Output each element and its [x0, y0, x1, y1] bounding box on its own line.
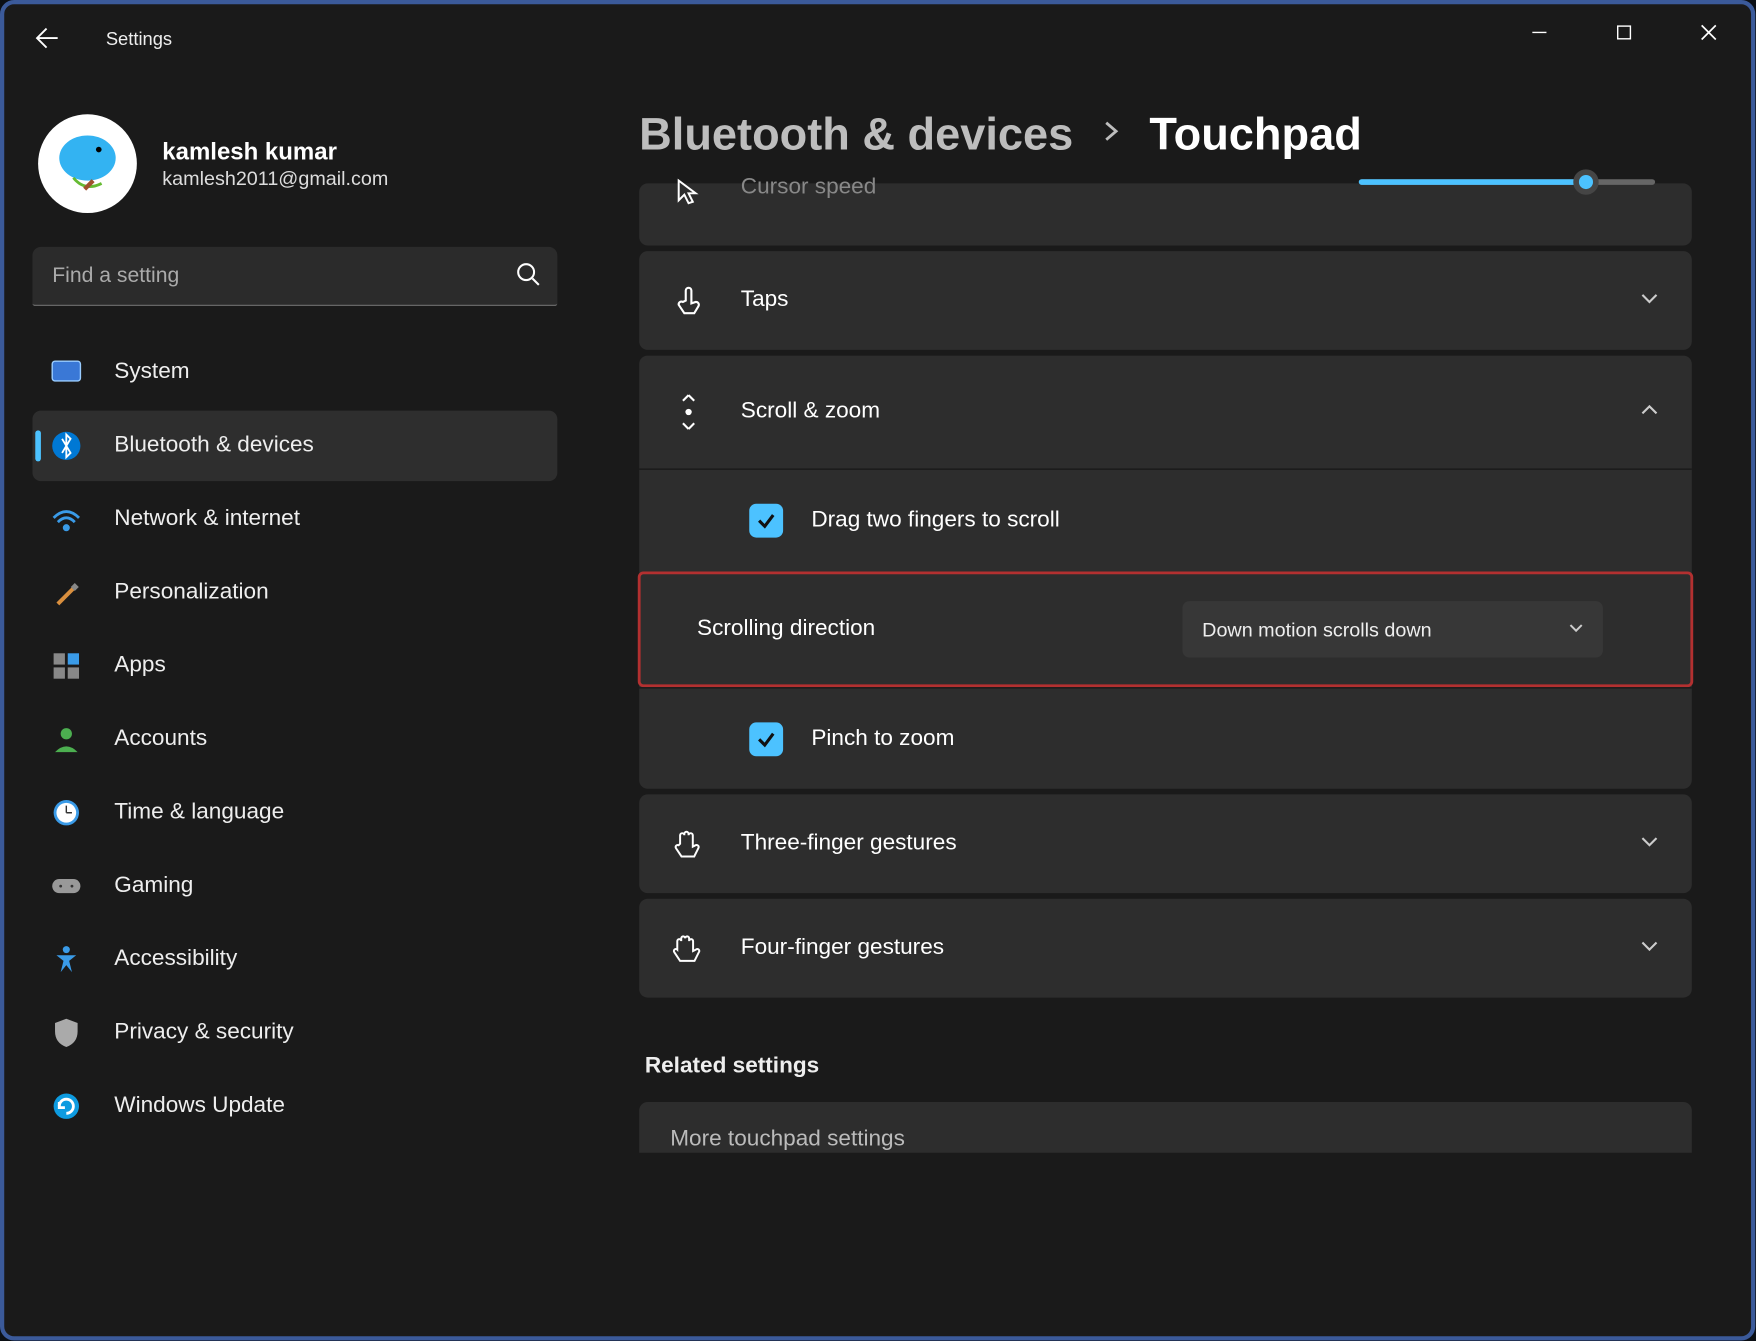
cursor-speed-label: Cursor speed	[741, 175, 1325, 200]
nav-accounts[interactable]: Accounts	[32, 704, 557, 775]
dropdown-value: Down motion scrolls down	[1202, 618, 1431, 641]
avatar	[38, 114, 137, 213]
maximize-button[interactable]	[1582, 4, 1667, 60]
shield-icon	[49, 1016, 83, 1050]
bluetooth-icon	[49, 429, 83, 463]
four-finger-label: Four-finger gestures	[741, 935, 1605, 960]
pinch-to-zoom-label: Pinch to zoom	[811, 726, 1660, 751]
drag-two-fingers-row[interactable]: Drag two fingers to scroll	[639, 470, 1692, 572]
four-finger-card[interactable]: Four-finger gestures	[639, 899, 1692, 998]
nav-label: Apps	[114, 653, 165, 678]
window-controls	[1497, 4, 1751, 60]
chevron-right-icon	[1099, 119, 1124, 151]
nav-bluetooth-devices[interactable]: Bluetooth & devices	[32, 411, 557, 482]
scroll-icon	[670, 394, 707, 431]
three-finger-card[interactable]: Three-finger gestures	[639, 794, 1692, 893]
accessibility-icon	[49, 943, 83, 977]
titlebar: Settings	[4, 4, 1751, 72]
minimize-button[interactable]	[1497, 4, 1582, 60]
nav-label: Accessibility	[114, 947, 237, 972]
user-profile[interactable]: kamlesh kumar kamlesh2011@gmail.com	[32, 106, 557, 247]
taps-label: Taps	[741, 288, 1605, 313]
checkbox-checked[interactable]	[749, 722, 783, 756]
search-box[interactable]	[32, 247, 557, 306]
breadcrumb-current: Touchpad	[1149, 109, 1361, 161]
nav-network[interactable]: Network & internet	[32, 484, 557, 555]
nav-time-language[interactable]: Time & language	[32, 777, 557, 848]
profile-email: kamlesh2011@gmail.com	[162, 166, 388, 189]
nav-label: Bluetooth & devices	[114, 433, 314, 458]
nav-apps[interactable]: Apps	[32, 631, 557, 702]
profile-name: kamlesh kumar	[162, 138, 388, 166]
back-button[interactable]	[13, 4, 81, 72]
nav-personalization[interactable]: Personalization	[32, 557, 557, 628]
settings-window: Settings kamlesh kumar kamlesh2011@gmail…	[0, 0, 1755, 1340]
nav-label: Accounts	[114, 727, 207, 752]
nav-windows-update[interactable]: Windows Update	[32, 1071, 557, 1142]
nav-label: Personalization	[114, 580, 268, 605]
scrolling-direction-row: Scrolling direction Down motion scrolls …	[638, 571, 1693, 687]
chevron-down-icon	[1638, 829, 1661, 859]
nav-label: Gaming	[114, 873, 193, 898]
scroll-zoom-card: Scroll & zoom Drag two fingers to scroll…	[639, 356, 1692, 789]
brush-icon	[49, 576, 83, 610]
cursor-speed-row: Cursor speed	[639, 183, 1692, 245]
nav-label: Windows Update	[114, 1094, 285, 1119]
window-title: Settings	[106, 28, 172, 49]
chevron-up-icon	[1638, 397, 1661, 427]
cursor-icon	[670, 178, 707, 206]
breadcrumb: Bluetooth & devices Touchpad	[639, 109, 1737, 161]
nav-label: Time & language	[114, 800, 284, 825]
pinch-to-zoom-row[interactable]: Pinch to zoom	[639, 687, 1692, 789]
nav-label: System	[114, 360, 189, 385]
gamepad-icon	[49, 869, 83, 903]
nav-label: Privacy & security	[114, 1020, 293, 1045]
clock-icon	[49, 796, 83, 830]
chevron-down-icon	[1638, 286, 1661, 316]
wifi-icon	[49, 502, 83, 536]
person-icon	[49, 722, 83, 756]
scroll-zoom-label: Scroll & zoom	[741, 399, 1605, 424]
nav-system[interactable]: System	[32, 337, 557, 408]
taps-card[interactable]: Taps	[639, 251, 1692, 350]
sidebar: kamlesh kumar kamlesh2011@gmail.com Syst…	[4, 72, 583, 1336]
scroll-zoom-header[interactable]: Scroll & zoom	[639, 356, 1692, 469]
chevron-down-icon	[1566, 617, 1586, 641]
chevron-down-icon	[1638, 933, 1661, 963]
cursor-speed-slider[interactable]	[1359, 179, 1655, 185]
four-finger-icon	[670, 931, 707, 965]
related-settings-heading: Related settings	[645, 1054, 1692, 1079]
search-icon	[515, 261, 540, 293]
nav-gaming[interactable]: Gaming	[32, 851, 557, 922]
nav-list: System Bluetooth & devices Network & int…	[32, 337, 557, 1141]
more-touchpad-card[interactable]: More touchpad settings	[639, 1102, 1692, 1153]
nav-label: Network & internet	[114, 507, 300, 532]
arrow-left-icon	[34, 25, 59, 50]
nav-accessibility[interactable]: Accessibility	[32, 924, 557, 995]
apps-icon	[49, 649, 83, 683]
more-touchpad-label: More touchpad settings	[670, 1127, 905, 1151]
tap-icon	[670, 285, 707, 316]
main-content: Bluetooth & devices Touchpad Cursor spee…	[583, 72, 1751, 1336]
three-finger-label: Three-finger gestures	[741, 831, 1605, 856]
search-input[interactable]	[32, 247, 557, 306]
nav-privacy-security[interactable]: Privacy & security	[32, 998, 557, 1069]
scrolling-direction-label: Scrolling direction	[697, 617, 1154, 642]
breadcrumb-parent[interactable]: Bluetooth & devices	[639, 109, 1073, 161]
cursor-speed-card: Cursor speed	[639, 183, 1692, 245]
three-finger-icon	[670, 827, 707, 861]
drag-two-fingers-label: Drag two fingers to scroll	[811, 508, 1660, 533]
scrolling-direction-dropdown[interactable]: Down motion scrolls down	[1182, 601, 1602, 657]
checkbox-checked[interactable]	[749, 504, 783, 538]
update-icon	[49, 1089, 83, 1123]
close-button[interactable]	[1666, 4, 1751, 60]
system-icon	[49, 356, 83, 390]
settings-list: Cursor speed Taps	[639, 183, 1692, 1152]
